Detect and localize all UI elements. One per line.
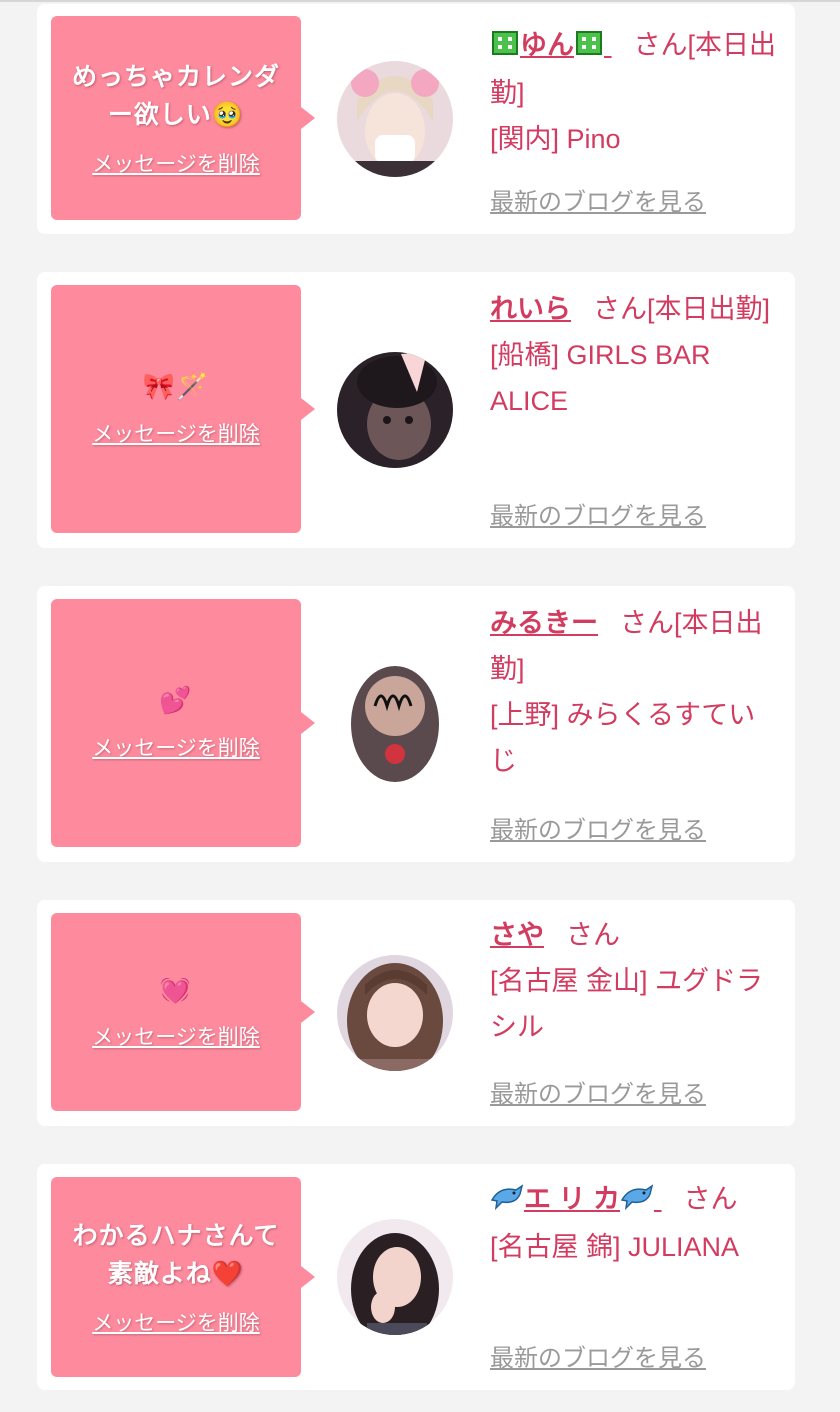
cast-name: さや [490,920,544,950]
latest-blog-link[interactable]: 最新のブログを見る [490,1074,706,1109]
delete-message-link[interactable]: メッセージを削除 [92,148,260,178]
message-text: 💓 [159,975,193,1005]
cast-name-link[interactable]: みるきー [490,608,598,638]
message-bubble: 💓 メッセージを削除 [51,913,315,1111]
list-item: 💕 メッセージを削除 みるきー さん[本日出勤] [上野] みらくるすていじ 最新… [37,586,795,862]
office-building-icon [574,24,604,70]
message-text: わかるハナさんて素敵よね❤️ [72,1221,280,1288]
shop-name: [名古屋 錦] JULIANA [490,1231,740,1262]
shop-name: [名古屋 金山] ユグドラシル [490,966,764,1042]
cast-name-link[interactable]: エ リ カ [490,1184,662,1214]
shop-name: [関内] Pino [490,123,621,154]
delete-message-link[interactable]: メッセージを削除 [92,1021,260,1051]
latest-blog-link[interactable]: 最新のブログを見る [490,810,706,845]
message-bubble: 🎀🪄 メッセージを削除 [51,285,315,533]
avatar[interactable] [337,1219,453,1335]
list-item: 🎀🪄 メッセージを削除 れいら さん[本日出勤] [船橋] GIRLS BAR A… [37,272,795,548]
cast-name: ゆん [520,30,574,60]
cast-info: みるきー さん[本日出勤] [上野] みらくるすていじ [490,600,782,784]
avatar[interactable] [337,61,453,177]
top-divider [0,0,840,2]
message-bubble: わかるハナさんて素敵よね❤️ メッセージを削除 [51,1177,315,1377]
message-text: 💕 [159,686,193,716]
cast-info: れいら さん[本日出勤] [船橋] GIRLS BAR ALICE [490,286,782,424]
attendance-status: さん [683,1184,738,1214]
avatar[interactable] [337,352,453,468]
cast-info: ゆん さん[本日出勤] [関内] Pino [490,22,782,162]
cast-name: みるきー [490,608,598,638]
list-item: 💓 メッセージを削除 さや さん [名古屋 金山] ユグドラシル 最新のブログを見… [37,900,795,1126]
message-bubble: めっちゃカレンダー欲しい🥹 メッセージを削除 [51,16,315,220]
avatar[interactable] [337,666,453,782]
cast-name-link[interactable]: ゆん [490,30,612,60]
delete-message-link[interactable]: メッセージを削除 [92,418,260,448]
message-text: めっちゃカレンダー欲しい🥹 [71,62,280,129]
attendance-status: さん[本日出勤] [593,294,771,324]
list-item: わかるハナさんて素敵よね❤️ メッセージを削除 エ リ カ さん [名古屋 錦]… [37,1164,795,1390]
list-item: めっちゃカレンダー欲しい🥹 メッセージを削除 ゆん さん[本日出勤] [関内] … [37,4,795,234]
office-building-icon [490,24,520,70]
avatar[interactable] [337,955,453,1071]
shop-name: [上野] みらくるすていじ [490,700,756,776]
message-bubble: 💕 メッセージを削除 [51,599,315,847]
delete-message-link[interactable]: メッセージを削除 [92,1307,260,1337]
attendance-status: さん [566,920,620,950]
shop-name: [船橋] GIRLS BAR ALICE [490,340,711,416]
latest-blog-link[interactable]: 最新のブログを見る [490,182,706,217]
latest-blog-link[interactable]: 最新のブログを見る [490,1338,706,1373]
latest-blog-link[interactable]: 最新のブログを見る [490,496,706,531]
message-text: 🎀🪄 [142,372,210,402]
cast-name-link[interactable]: れいら [490,294,571,324]
cast-info: さや さん [名古屋 金山] ユグドラシル [490,912,782,1050]
cast-name: エ リ カ [524,1184,621,1214]
dolphin-icon [490,1178,524,1224]
dolphin-icon [620,1178,654,1224]
cast-name: れいら [490,294,571,324]
cast-name-link[interactable]: さや [490,920,544,950]
delete-message-link[interactable]: メッセージを削除 [92,732,260,762]
cast-info: エ リ カ さん [名古屋 錦] JULIANA [490,1176,782,1270]
